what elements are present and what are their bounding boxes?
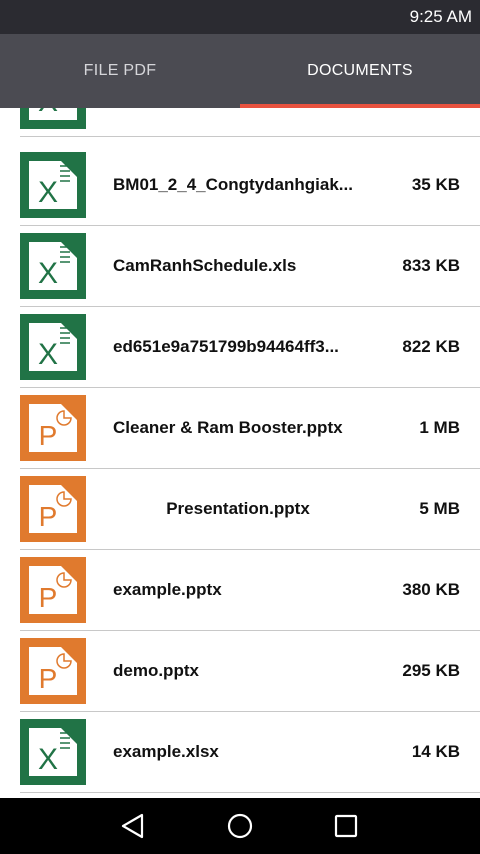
list-item[interactable]: X ed651e9a751799b94464ff3... 822 KB: [20, 307, 480, 388]
excel-icon: X: [20, 108, 86, 129]
list-item[interactable]: P Presentation.pptx 5 MB: [20, 469, 480, 550]
svg-text:P: P: [39, 420, 58, 451]
powerpoint-icon: P: [20, 557, 86, 623]
list-item[interactable]: X CamRanhSchedule.xls 833 KB: [20, 226, 480, 307]
file-name: Presentation.pptx: [166, 499, 310, 518]
home-icon[interactable]: [224, 810, 256, 842]
file-name: example.pptx: [113, 580, 222, 599]
file-size: 380 KB: [402, 580, 460, 599]
tab-documents[interactable]: DOCUMENTS: [240, 34, 480, 108]
excel-icon: X: [20, 719, 86, 785]
file-size: 35 KB: [411, 175, 460, 194]
status-bar: 9:25 AM: [0, 0, 480, 34]
document-list[interactable]: X X BM01_2_4_Congtydanhgiak... 35 KB: [0, 108, 480, 798]
list-item[interactable]: P Cleaner & Ram Booster.pptx 1 MB: [20, 388, 480, 469]
svg-text:X: X: [38, 338, 58, 371]
file-size: 14 KB: [411, 742, 460, 761]
file-size: 833 KB: [402, 256, 460, 275]
file-size: 822 KB: [402, 337, 460, 356]
powerpoint-icon: P: [20, 638, 86, 704]
file-name: Cleaner & Ram Booster.pptx: [113, 418, 343, 437]
svg-text:P: P: [39, 582, 58, 613]
list-item[interactable]: X example.xlsx 14 KB: [20, 712, 480, 793]
file-name: example.xlsx: [113, 742, 219, 761]
status-time: 9:25 AM: [409, 7, 472, 26]
tab-bar: FILE PDF DOCUMENTS: [0, 34, 480, 108]
file-name: CamRanhSchedule.xls: [113, 256, 297, 275]
navigation-bar: [0, 798, 480, 854]
svg-text:X: X: [38, 176, 58, 209]
svg-text:X: X: [38, 257, 58, 290]
row-divider: [20, 136, 480, 137]
excel-icon: X: [20, 314, 86, 380]
file-size: 295 KB: [402, 661, 460, 680]
file-name: BM01_2_4_Congtydanhgiak...: [113, 175, 353, 194]
row-divider: [20, 792, 480, 793]
svg-text:X: X: [38, 108, 58, 118]
back-icon[interactable]: [118, 810, 150, 842]
list-item[interactable]: P example.pptx 380 KB: [20, 550, 480, 631]
list-item[interactable]: P demo.pptx 295 KB: [20, 631, 480, 712]
excel-icon: X: [20, 152, 86, 218]
excel-icon: X: [20, 233, 86, 299]
file-size: 5 MB: [419, 499, 460, 518]
file-size: 1 MB: [419, 418, 460, 437]
file-name: ed651e9a751799b94464ff3...: [113, 337, 339, 356]
svg-text:P: P: [39, 663, 58, 694]
powerpoint-icon: P: [20, 395, 86, 461]
list-item[interactable]: X BM01_2_4_Congtydanhgiak... 35 KB: [20, 145, 480, 226]
list-item-partial[interactable]: X: [20, 108, 480, 137]
file-name: demo.pptx: [113, 661, 199, 680]
recent-apps-icon[interactable]: [330, 810, 362, 842]
svg-text:P: P: [39, 501, 58, 532]
powerpoint-icon: P: [20, 476, 86, 542]
svg-text:X: X: [38, 743, 58, 776]
tab-file-pdf[interactable]: FILE PDF: [0, 34, 240, 108]
